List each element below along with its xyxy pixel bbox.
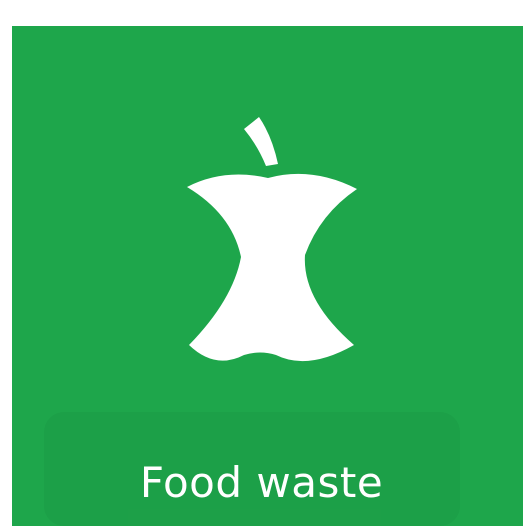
tile-label: Food waste (139, 458, 384, 507)
